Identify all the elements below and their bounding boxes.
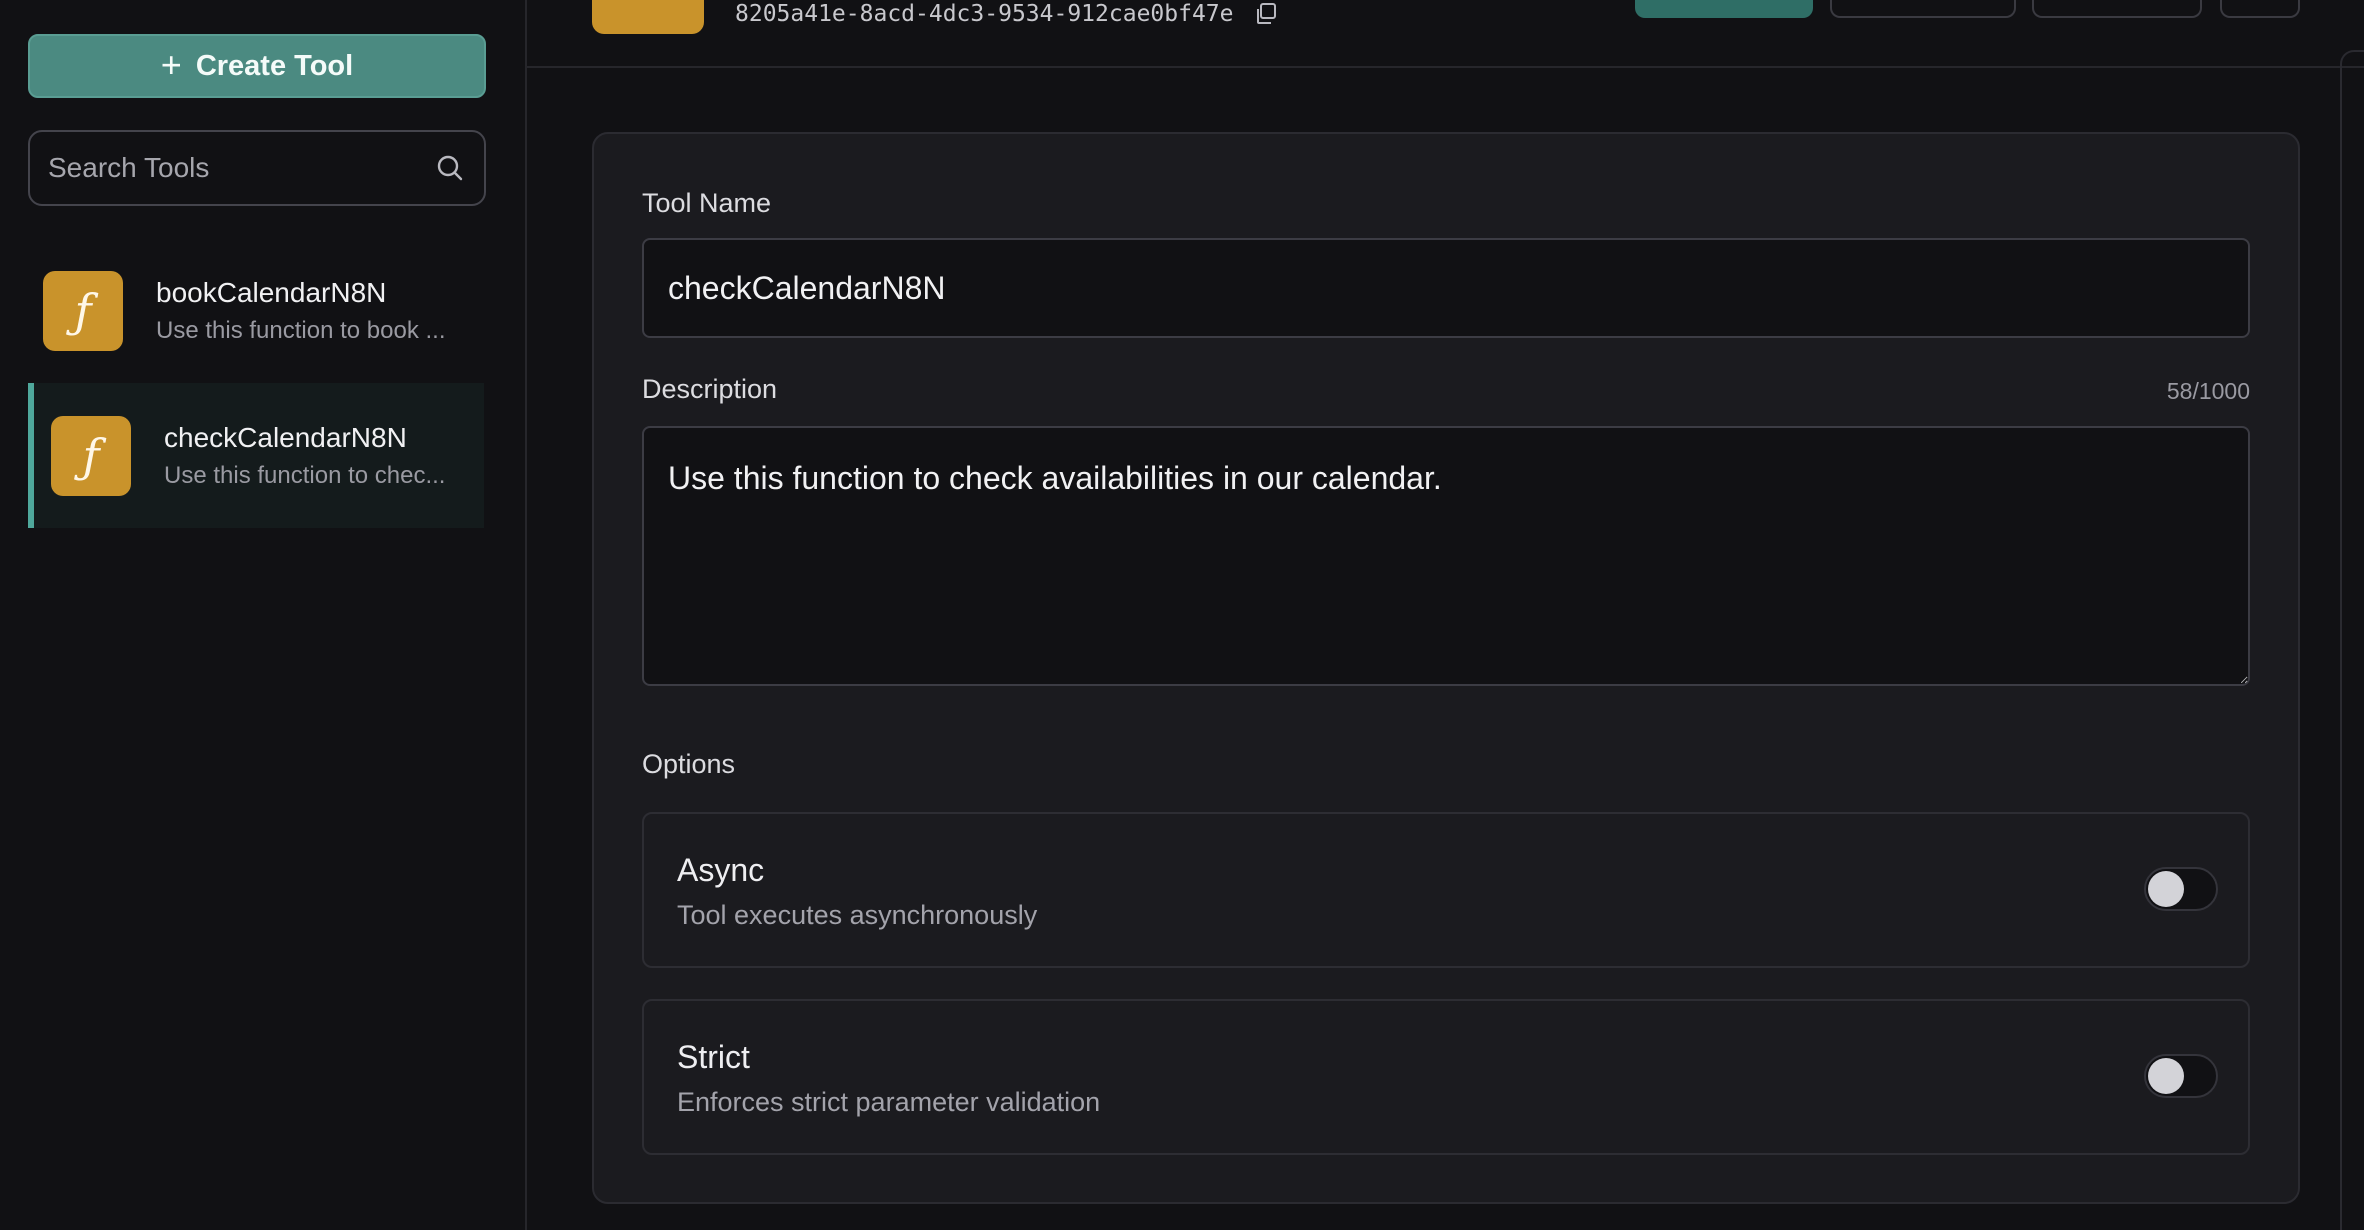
description-label: Description xyxy=(642,374,778,404)
option-subtitle: Tool executes asynchronously xyxy=(677,900,1038,930)
create-tool-button[interactable]: + Create Tool xyxy=(28,34,486,98)
tool-list-item-bookcalendar[interactable]: ƒ bookCalendarN8N Use this function to b… xyxy=(28,238,484,383)
search-icon[interactable] xyxy=(434,152,466,184)
tool-item-description: Use this function to chec... xyxy=(164,461,446,489)
option-title: Async xyxy=(677,852,765,888)
create-tool-label: Create Tool xyxy=(195,49,354,82)
option-subtitle: Enforces strict parameter validation xyxy=(677,1087,1101,1117)
right-edge-panel xyxy=(2340,50,2364,1230)
header-primary-button[interactable] xyxy=(1635,0,1813,18)
toggle-knob xyxy=(2148,1058,2184,1094)
toggle-knob xyxy=(2148,871,2184,907)
description-char-count: 58/1000 xyxy=(2166,378,2250,404)
tool-item-title: checkCalendarN8N xyxy=(164,421,407,453)
tool-editor-app: + Create Tool ƒ bookCalendarN8N Use this… xyxy=(0,0,2364,1230)
strict-toggle[interactable] xyxy=(2144,1054,2218,1098)
plus-icon: + xyxy=(160,43,182,85)
tool-name-label: Tool Name xyxy=(642,188,772,218)
tool-id-text: 8205a41e-8acd-4dc3-9534-912cae0bf47e xyxy=(735,1,1234,27)
async-toggle[interactable] xyxy=(2144,867,2218,911)
tool-header-icon xyxy=(592,0,704,34)
tool-name-input[interactable] xyxy=(642,238,2250,338)
sidebar: + Create Tool ƒ bookCalendarN8N Use this… xyxy=(0,0,527,1230)
option-async: Async Tool executes asynchronously xyxy=(642,812,2250,968)
tool-list-item-checkcalendar[interactable]: ƒ checkCalendarN8N Use this function to … xyxy=(28,383,484,528)
tool-id-row: 8205a41e-8acd-4dc3-9534-912cae0bf47e xyxy=(735,0,1280,28)
function-icon: ƒ xyxy=(51,415,131,496)
copy-icon[interactable] xyxy=(1254,1,1280,27)
option-strict: Strict Enforces strict parameter validat… xyxy=(642,999,2250,1155)
tool-form-card: Tool Name Description 58/1000 Use this f… xyxy=(592,132,2300,1204)
function-icon: ƒ xyxy=(43,270,123,351)
options-label: Options xyxy=(642,749,736,779)
tool-item-description: Use this function to book ... xyxy=(156,316,446,344)
search-input[interactable] xyxy=(48,152,434,184)
description-textarea[interactable]: Use this function to check availabilitie… xyxy=(642,426,2250,686)
search-tools-box[interactable] xyxy=(28,130,486,206)
tool-item-title: bookCalendarN8N xyxy=(156,276,387,308)
header-tertiary-button[interactable] xyxy=(2032,0,2202,18)
header-more-button[interactable] xyxy=(2220,0,2300,18)
option-title: Strict xyxy=(677,1039,750,1075)
header-secondary-button[interactable] xyxy=(1830,0,2016,18)
tool-header: 8205a41e-8acd-4dc3-9534-912cae0bf47e xyxy=(527,0,2364,68)
